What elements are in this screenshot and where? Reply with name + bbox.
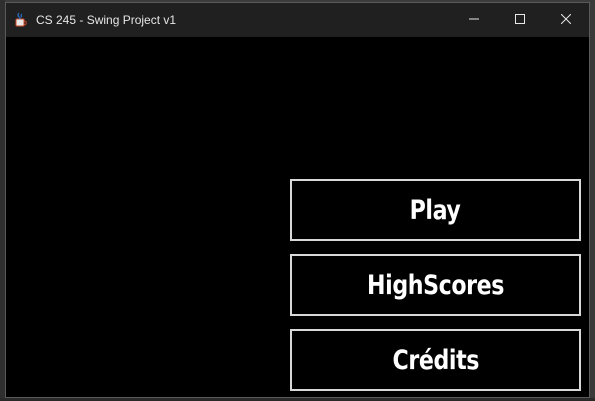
highscores-button[interactable]: HighScores xyxy=(290,254,581,316)
game-canvas: Play HighScores Crédits xyxy=(6,37,589,397)
app-window: CS 245 - Swing Project v1 Play HighScore… xyxy=(5,2,590,398)
play-button[interactable]: Play xyxy=(290,179,581,241)
desktop-frame: CS 245 - Swing Project v1 Play HighScore… xyxy=(0,0,595,401)
close-icon xyxy=(560,11,572,29)
maximize-icon xyxy=(515,11,525,29)
maximize-button[interactable] xyxy=(497,3,543,37)
close-button[interactable] xyxy=(543,3,589,37)
java-coffee-icon[interactable] xyxy=(13,12,29,28)
window-controls xyxy=(451,3,589,37)
credits-button[interactable]: Crédits xyxy=(290,329,581,391)
window-title: CS 245 - Swing Project v1 xyxy=(36,13,177,27)
minimize-icon xyxy=(469,11,479,29)
desktop-strip-right xyxy=(590,0,595,401)
highscores-button-label: HighScores xyxy=(366,269,505,301)
credits-button-label: Crédits xyxy=(392,344,479,376)
play-button-label: Play xyxy=(410,194,461,226)
minimize-button[interactable] xyxy=(451,3,497,37)
title-bar[interactable]: CS 245 - Swing Project v1 xyxy=(6,3,589,37)
